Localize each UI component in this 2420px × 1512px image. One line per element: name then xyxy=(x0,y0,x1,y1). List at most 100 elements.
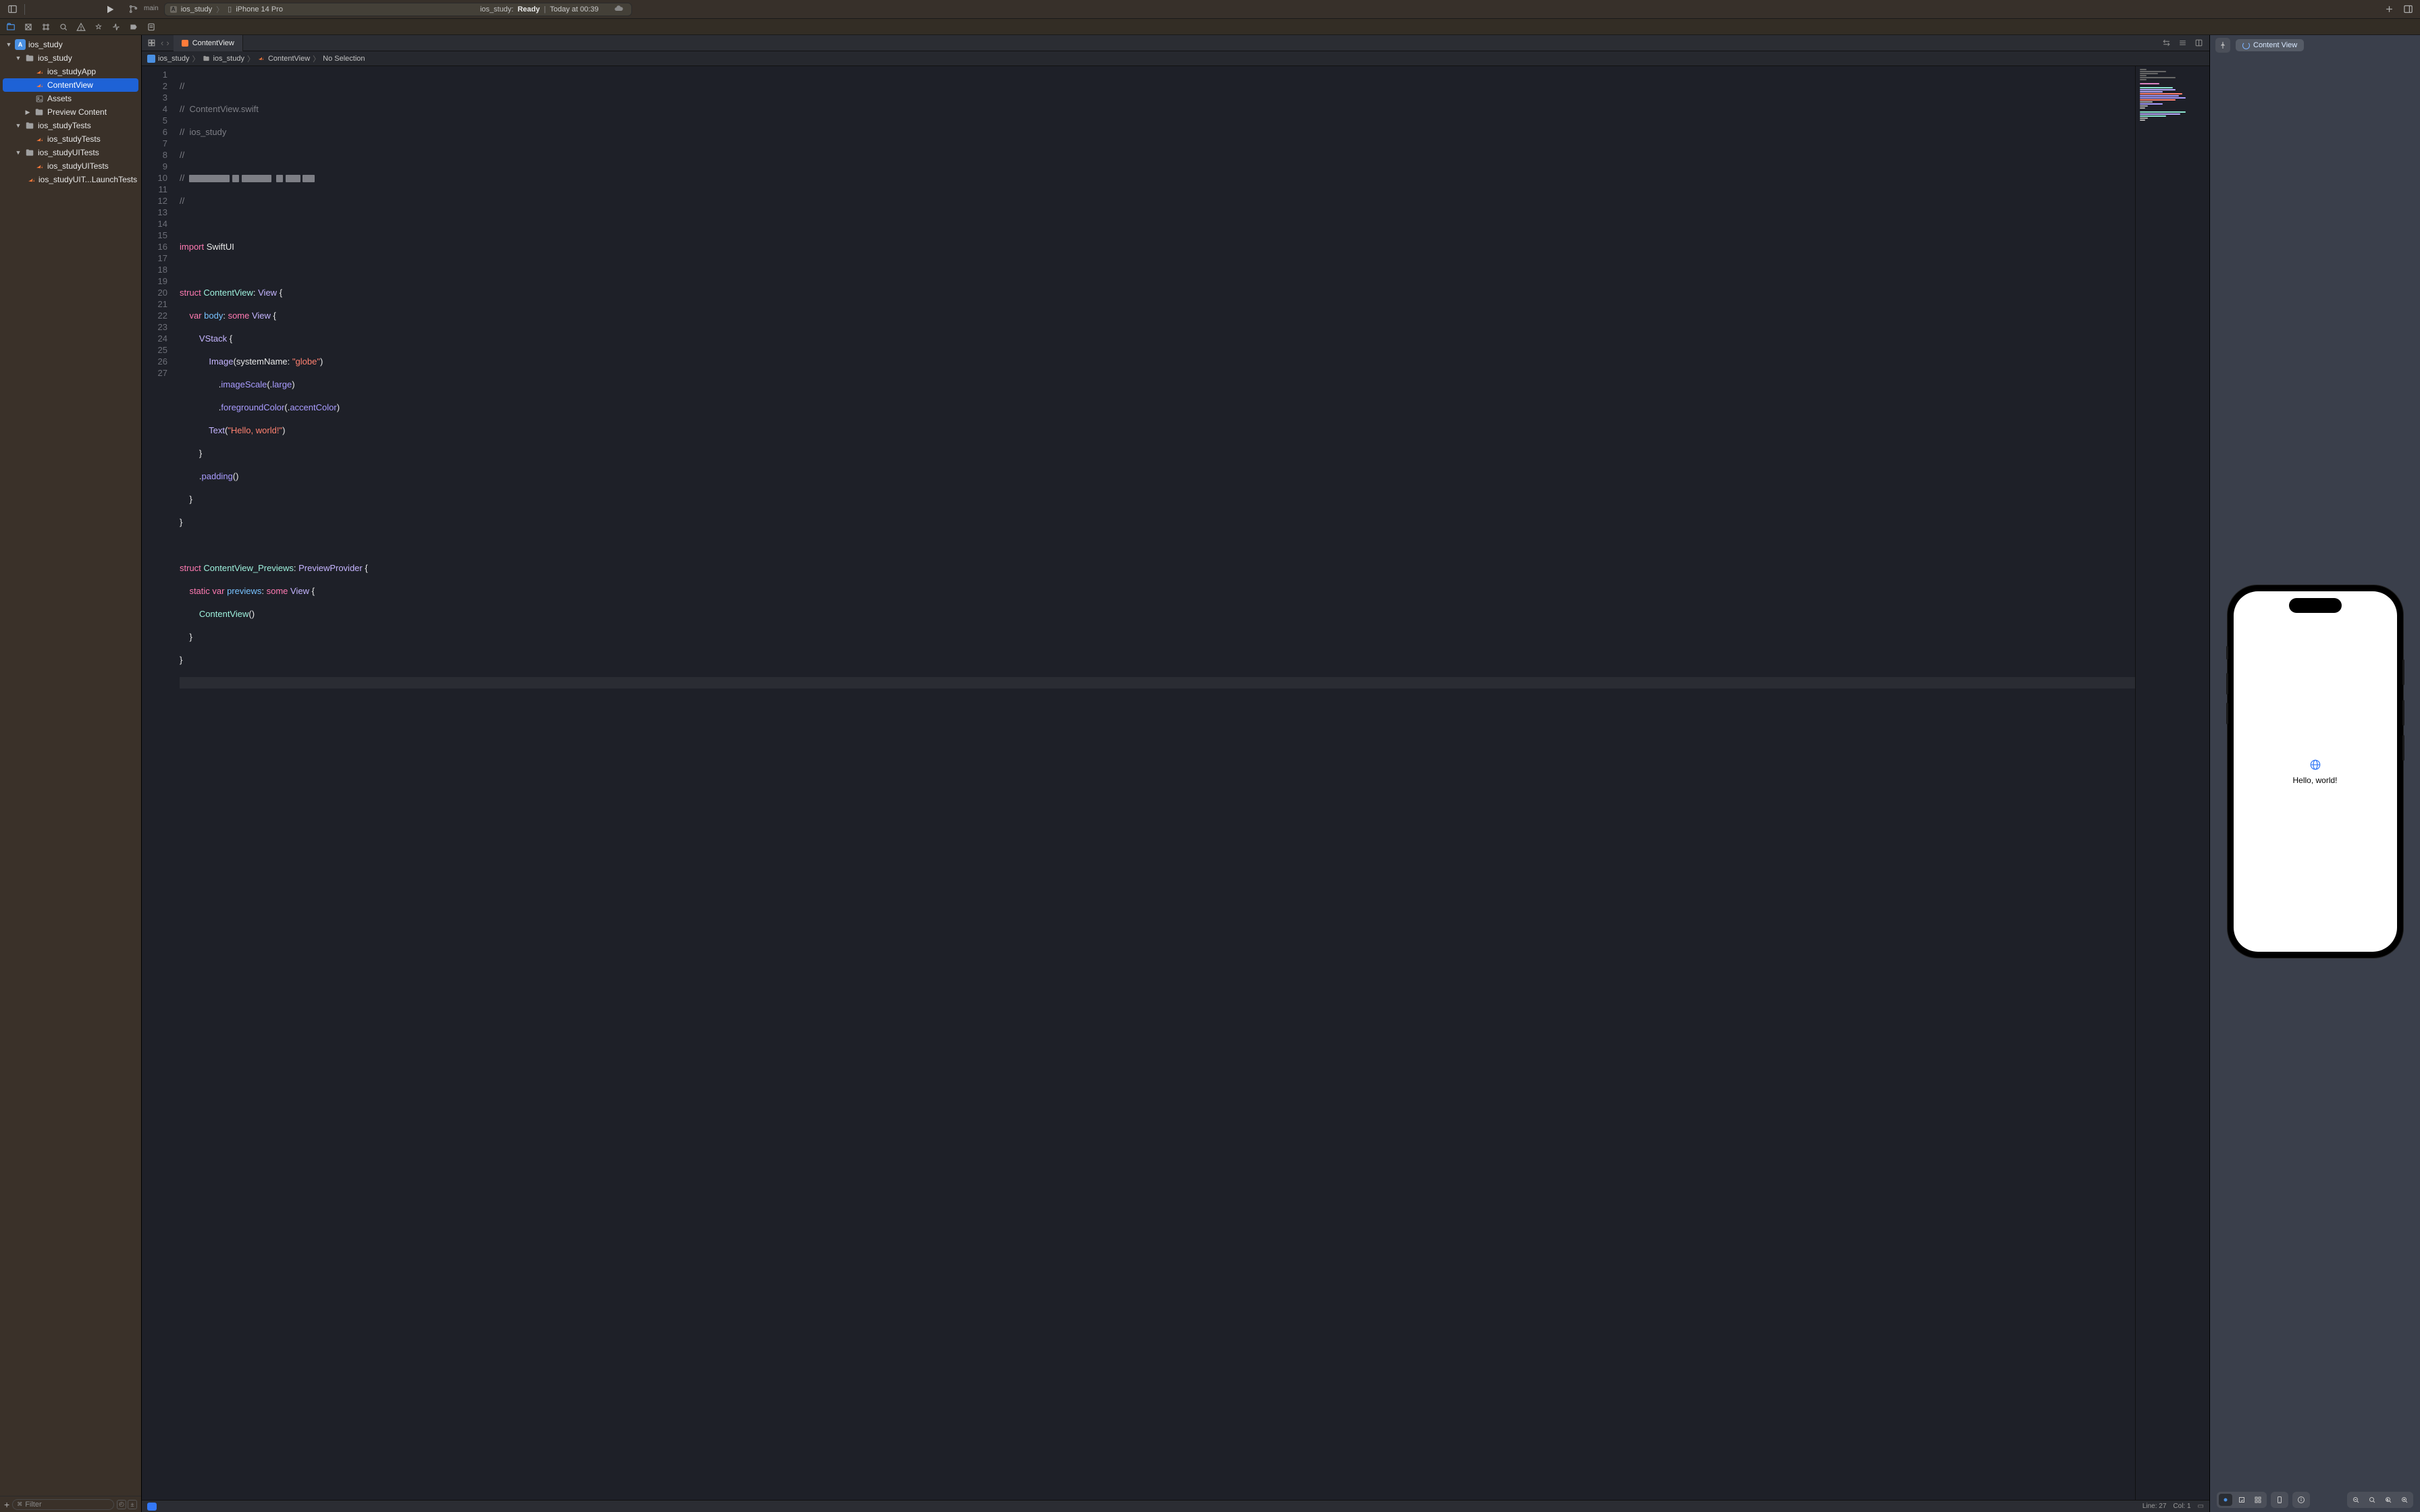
zoom-fit-icon[interactable] xyxy=(2365,1494,2379,1506)
disclosure-icon[interactable]: ▼ xyxy=(15,122,22,129)
filter-field[interactable]: ⌘ Filter xyxy=(12,1499,114,1510)
globe-icon xyxy=(2292,759,2337,774)
run-button-icon[interactable] xyxy=(103,3,117,16)
tree-label: ios_studyUITests xyxy=(38,148,99,157)
preview-canvas: Content View Hello, world! xyxy=(2209,35,2420,1512)
tree-label: ios_study xyxy=(28,40,63,49)
inspector-toggle-icon[interactable]: ▭ xyxy=(2198,1503,2204,1510)
device-frame: Hello, world! xyxy=(2228,585,2403,958)
device-screen[interactable]: Hello, world! xyxy=(2234,591,2397,952)
swift-file-icon xyxy=(27,174,36,185)
chevron-right-icon: 〉 xyxy=(246,53,256,64)
compare-icon[interactable] xyxy=(2159,38,2173,47)
tree-label: ios_studyTests xyxy=(38,121,91,130)
breakpoint-navigator-icon[interactable] xyxy=(127,20,140,34)
dynamic-island xyxy=(2289,598,2342,613)
issue-navigator-icon[interactable] xyxy=(74,20,88,34)
variants-icon[interactable] xyxy=(2251,1494,2265,1506)
back-icon[interactable]: ‹ xyxy=(159,38,165,48)
tree-root[interactable]: ▼ ios_study xyxy=(0,38,141,51)
folder-icon xyxy=(202,55,210,63)
jump-seg[interactable]: ios_study xyxy=(213,55,244,63)
code-content[interactable]: // // ContentView.swift // ios_study // … xyxy=(173,66,2135,1500)
line-number-gutter: 1234567891011121314151617181920212223242… xyxy=(142,66,173,1500)
selectable-mode-icon[interactable] xyxy=(2235,1494,2248,1506)
tree-group[interactable]: ▶ Preview Content xyxy=(0,105,141,119)
device-icon: ▯ xyxy=(228,5,232,14)
add-file-icon[interactable]: + xyxy=(4,1499,9,1510)
branch-name: main xyxy=(144,5,159,13)
related-items-icon[interactable] xyxy=(144,36,158,50)
tree-group[interactable]: ▼ ios_study xyxy=(0,51,141,65)
scm-filter-icon[interactable]: ± xyxy=(128,1500,137,1509)
source-control-navigator-icon[interactable] xyxy=(22,20,35,34)
chevron-right-icon: 〉 xyxy=(311,53,321,64)
toggle-navigator-icon[interactable] xyxy=(5,3,19,16)
debug-bubble-icon[interactable] xyxy=(147,1503,157,1511)
tab-contentview[interactable]: ContentView xyxy=(174,35,243,51)
add-editor-icon[interactable] xyxy=(2192,38,2205,47)
minimap[interactable] xyxy=(2135,66,2209,1500)
swift-file-icon xyxy=(257,55,265,63)
tree-group[interactable]: ▼ ios_studyUITests xyxy=(0,146,141,159)
activity-scheme: ios_study xyxy=(181,5,212,14)
preview-info-icon[interactable] xyxy=(2294,1494,2308,1506)
jump-bar[interactable]: ios_study 〉 ios_study 〉 ContentView 〉 No… xyxy=(142,51,2209,66)
folder-icon xyxy=(24,147,35,158)
code-editor[interactable]: 1234567891011121314151617181920212223242… xyxy=(142,66,2135,1500)
tree-label: ios_study xyxy=(38,53,72,63)
tree-label: ios_studyUITests xyxy=(47,161,109,171)
jump-seg[interactable]: ContentView xyxy=(268,55,310,63)
preview-selector[interactable]: Content View xyxy=(2236,39,2304,51)
adjust-editor-icon[interactable] xyxy=(2176,38,2189,47)
zoom-actual-icon[interactable]: 1 xyxy=(2382,1494,2395,1506)
forward-icon[interactable]: › xyxy=(165,38,170,48)
symbol-navigator-icon[interactable] xyxy=(39,20,53,34)
canvas-toolbar: 1 xyxy=(2210,1488,2420,1512)
tree-file[interactable]: ios_studyUITests xyxy=(0,159,141,173)
recent-filter-icon[interactable]: ◴ xyxy=(117,1500,126,1509)
project-navigator-icon[interactable] xyxy=(4,20,18,34)
folder-icon xyxy=(24,53,35,63)
activity-pill[interactable]: A ios_study 〉 ▯ iPhone 14 Pro ios_study:… xyxy=(164,3,632,16)
chevron-right-icon: 〉 xyxy=(216,4,223,15)
find-navigator-icon[interactable] xyxy=(57,20,70,34)
navigator-tab-bar xyxy=(0,19,2420,35)
disclosure-icon[interactable]: ▼ xyxy=(5,41,12,48)
swift-file-icon xyxy=(34,134,45,144)
debug-navigator-icon[interactable] xyxy=(109,20,123,34)
disclosure-icon[interactable]: ▶ xyxy=(24,109,31,116)
jump-seg[interactable]: ios_study xyxy=(158,55,189,63)
tree-group[interactable]: ▼ ios_studyTests xyxy=(0,119,141,132)
swift-file-icon xyxy=(34,66,45,77)
add-button-icon[interactable] xyxy=(2382,3,2396,16)
zoom-in-icon[interactable] xyxy=(2398,1494,2411,1506)
live-mode-icon[interactable] xyxy=(2219,1494,2232,1506)
swift-file-icon xyxy=(182,40,188,47)
editor-area: ‹ › ContentView ios_study 〉 ios_study 〉 … xyxy=(142,35,2209,1512)
navigator-filter-bar: + ⌘ Filter ◴ ± xyxy=(0,1496,141,1512)
disclosure-icon[interactable]: ▼ xyxy=(15,55,22,61)
report-navigator-icon[interactable] xyxy=(144,20,158,34)
hello-text: Hello, world! xyxy=(2292,776,2337,785)
svg-text:1: 1 xyxy=(2387,1498,2389,1501)
folder-icon xyxy=(24,120,35,131)
tree-file[interactable]: ios_studyUIT...LaunchTests xyxy=(0,173,141,186)
test-navigator-icon[interactable] xyxy=(92,20,105,34)
scheme-selector[interactable]: ios_study main xyxy=(126,3,159,16)
preview-label: Content View xyxy=(2253,41,2297,49)
cloud-icon[interactable] xyxy=(612,3,626,16)
tree-file[interactable]: Assets xyxy=(0,92,141,105)
tree-file-selected[interactable]: ContentView xyxy=(3,78,138,92)
editor-tab-bar: ‹ › ContentView xyxy=(142,35,2209,51)
pin-preview-icon[interactable] xyxy=(2215,38,2230,53)
folder-icon xyxy=(34,107,45,117)
tree-file[interactable]: ios_studyApp xyxy=(0,65,141,78)
tree-file[interactable]: ios_studyTests xyxy=(0,132,141,146)
jump-seg[interactable]: No Selection xyxy=(323,55,365,63)
library-icon[interactable] xyxy=(2401,3,2415,16)
disclosure-icon[interactable]: ▼ xyxy=(15,149,22,156)
zoom-out-icon[interactable] xyxy=(2349,1494,2363,1506)
filter-placeholder: Filter xyxy=(25,1501,41,1509)
device-settings-icon[interactable] xyxy=(2273,1494,2286,1506)
